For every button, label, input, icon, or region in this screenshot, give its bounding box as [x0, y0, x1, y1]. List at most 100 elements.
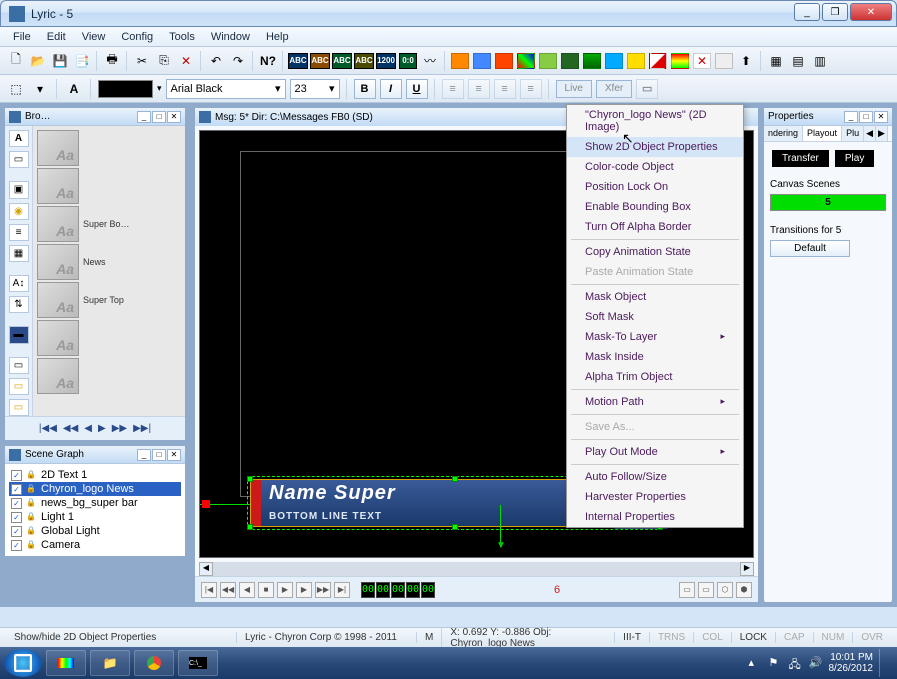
nav-first-icon[interactable]: |◀◀ — [39, 423, 57, 434]
browse-tool-10[interactable]: ▭ — [9, 399, 29, 416]
system-clock[interactable]: 10:01 PM 8/26/2012 — [829, 652, 874, 674]
browse-min-button[interactable]: _ — [137, 111, 151, 123]
swatch-13[interactable] — [714, 51, 734, 71]
panel-icon-2[interactable]: ▤ — [788, 51, 808, 71]
transport-ff-icon[interactable]: ▶▶ — [315, 582, 331, 598]
menu-edit[interactable]: Edit — [40, 29, 73, 45]
redo-icon[interactable]: ↷ — [228, 51, 248, 71]
align-justify-icon[interactable]: ≡ — [520, 79, 542, 99]
arrow-up-icon[interactable]: ⬆ — [736, 51, 756, 71]
thumb-item[interactable] — [37, 358, 79, 394]
swatch-10[interactable] — [648, 51, 668, 71]
live-tab[interactable]: Live — [556, 80, 592, 98]
abc-block-2[interactable]: ABC — [310, 51, 330, 71]
context-menu-item[interactable]: Mask Object — [567, 287, 743, 307]
swatch-5[interactable] — [538, 51, 558, 71]
panel-icon-1[interactable]: ▦ — [766, 51, 786, 71]
prop-close-button[interactable]: ✕ — [874, 111, 888, 123]
scene-min-button[interactable]: _ — [137, 449, 151, 461]
context-menu-item[interactable]: Enable Bounding Box — [567, 197, 743, 217]
swatch-12[interactable]: ✕ — [692, 51, 712, 71]
swatch-7[interactable] — [582, 51, 602, 71]
menu-view[interactable]: View — [75, 29, 113, 45]
visibility-checkbox-icon[interactable]: ✓ — [11, 512, 22, 523]
undo-icon[interactable]: ↶ — [206, 51, 226, 71]
scene-max-button[interactable]: □ — [152, 449, 166, 461]
thumb-item[interactable] — [37, 282, 79, 318]
context-menu-item[interactable]: Harvester Properties — [567, 487, 743, 507]
swatch-6[interactable] — [560, 51, 580, 71]
task-item-chrome[interactable] — [134, 650, 174, 676]
browse-tool-3[interactable]: ≡ — [9, 224, 29, 241]
minimize-button[interactable]: _ — [794, 3, 820, 21]
h-scrollbar[interactable]: ◀ ▶ — [199, 562, 754, 576]
menu-file[interactable]: File — [6, 29, 38, 45]
browse-tool-1[interactable]: ▣ — [9, 181, 29, 198]
wave-icon[interactable]: 〰 — [420, 51, 440, 71]
open-icon[interactable]: 📂 — [28, 51, 48, 71]
prop-max-button[interactable]: □ — [859, 111, 873, 123]
scene-item[interactable]: ✓🔒Light 1 — [9, 510, 181, 524]
thumb-item[interactable] — [37, 206, 79, 242]
swatch-3[interactable] — [494, 51, 514, 71]
scene-item[interactable]: ✓🔒Global Light — [9, 524, 181, 538]
nav-fwd-icon[interactable]: ▶▶ — [112, 423, 127, 434]
cursor-select-icon[interactable]: ⬚ — [6, 79, 26, 99]
menu-help[interactable]: Help — [259, 29, 296, 45]
save-all-icon[interactable]: 📑 — [72, 51, 92, 71]
align-center-icon[interactable]: ≡ — [468, 79, 490, 99]
abc-block-3[interactable]: ABC — [332, 51, 352, 71]
tab-scroll-l[interactable]: ◀ — [864, 126, 876, 141]
context-menu-item[interactable]: Turn Off Alpha Border — [567, 217, 743, 237]
context-menu-item[interactable]: Copy Animation State — [567, 242, 743, 262]
new-icon[interactable]: 🗋 — [6, 51, 26, 71]
underline-button[interactable]: U — [406, 79, 428, 99]
maximize-button[interactable]: ❐ — [822, 3, 848, 21]
help-icon[interactable]: N? — [258, 51, 278, 71]
abc-block-4[interactable]: ABC — [354, 51, 374, 71]
swatch-11[interactable] — [670, 51, 690, 71]
tray-show-hidden-icon[interactable]: ▴ — [749, 656, 763, 670]
browse-tool-6[interactable]: ⇅ — [9, 296, 29, 313]
color-swatch[interactable] — [98, 80, 153, 98]
align-left-icon[interactable]: ≡ — [442, 79, 464, 99]
context-menu-item[interactable]: Auto Follow/Size — [567, 467, 743, 487]
context-menu-item[interactable]: Motion Path — [567, 392, 743, 412]
browse-tool-square[interactable]: ▭ — [9, 151, 29, 168]
delete-icon[interactable]: ✕ — [176, 51, 196, 71]
footer-btn-c[interactable]: ⬡ — [717, 582, 733, 598]
save-icon[interactable]: 💾 — [50, 51, 70, 71]
visibility-checkbox-icon[interactable]: ✓ — [11, 498, 22, 509]
context-menu-item[interactable]: Mask Inside — [567, 347, 743, 367]
prop-min-button[interactable]: _ — [844, 111, 858, 123]
browse-tool-4[interactable]: ▦ — [9, 245, 29, 262]
font-size-combo[interactable]: 23▾ — [290, 79, 340, 99]
bold-button[interactable]: B — [354, 79, 376, 99]
extra-btn-1[interactable]: ▭ — [636, 79, 658, 99]
menu-window[interactable]: Window — [204, 29, 257, 45]
visibility-checkbox-icon[interactable]: ✓ — [11, 484, 22, 495]
align-right-icon[interactable]: ≡ — [494, 79, 516, 99]
transport-play-icon[interactable]: ▶ — [277, 582, 293, 598]
close-button[interactable]: ✕ — [850, 3, 892, 21]
swatch-9[interactable] — [626, 51, 646, 71]
thumb-item[interactable] — [37, 320, 79, 356]
scene-close-button[interactable]: ✕ — [167, 449, 181, 461]
cut-icon[interactable]: ✂ — [132, 51, 152, 71]
tab-plugins[interactable]: Plu — [842, 126, 864, 141]
lock-icon[interactable]: 🔒 — [26, 498, 37, 509]
nav-prev-icon[interactable]: ◀ — [84, 423, 92, 434]
text-a-icon[interactable]: A — [64, 79, 84, 99]
nav-next-icon[interactable]: ▶ — [98, 423, 106, 434]
menu-config[interactable]: Config — [114, 29, 160, 45]
tab-rendering[interactable]: ndering — [764, 126, 803, 141]
scene-item[interactable]: ✓🔒Camera — [9, 538, 181, 552]
browse-max-button[interactable]: □ — [152, 111, 166, 123]
transport-last-icon[interactable]: ▶| — [334, 582, 350, 598]
browse-tool-8[interactable]: ▭ — [9, 357, 29, 374]
context-menu-item[interactable]: "Chyron_logo News" (2D Image) — [567, 105, 743, 137]
lock-icon[interactable]: 🔒 — [26, 540, 37, 551]
task-item-1[interactable] — [46, 650, 86, 676]
cursor-drop-icon[interactable]: ▾ — [30, 79, 50, 99]
nav-rev-icon[interactable]: ◀◀ — [63, 423, 78, 434]
